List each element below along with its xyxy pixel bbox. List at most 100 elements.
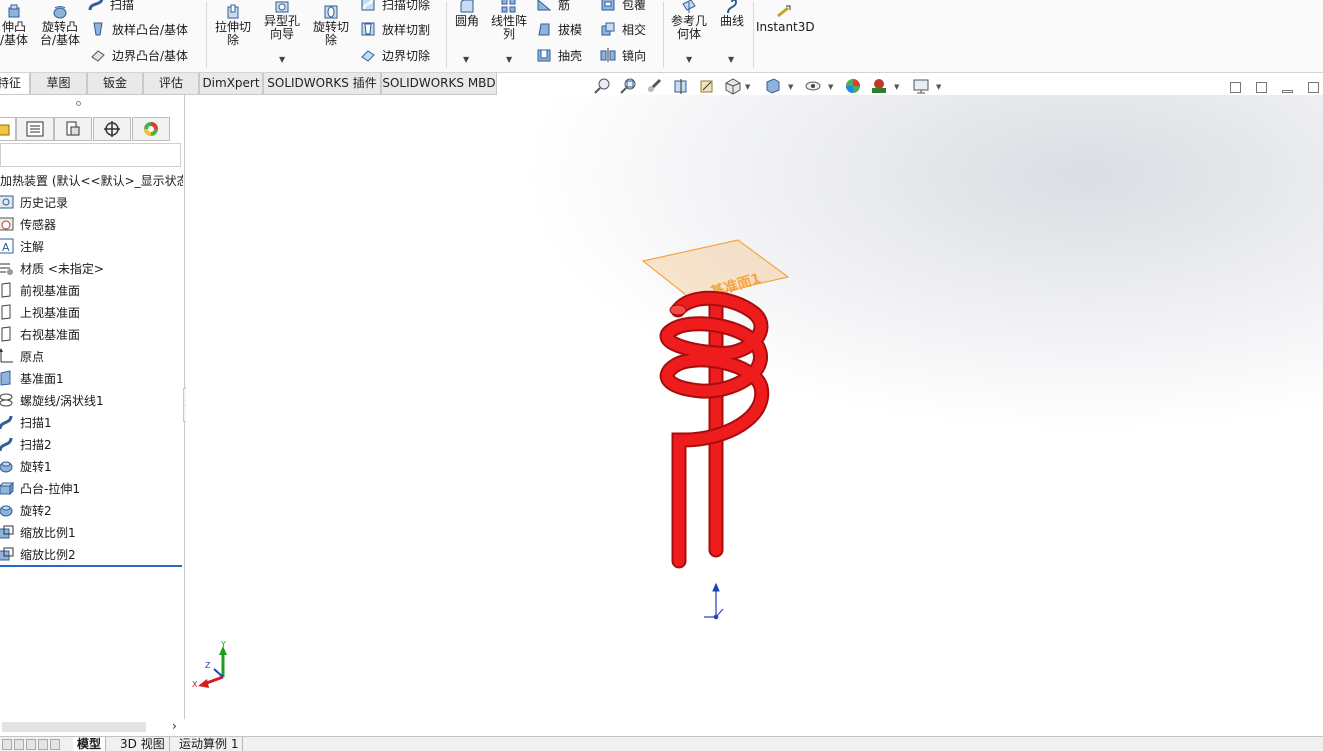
tab-feature-manager[interactable] [0,117,16,141]
tree-item[interactable]: 缩放比例2 [0,545,76,567]
tab-solidworks-mbd[interactable]: SOLIDWORKS MBD [381,73,497,95]
tab-motion-study-1[interactable]: 运动算例 1 [175,737,244,751]
swept-boss-button[interactable]: 扫描 [88,0,134,15]
tab-sketch[interactable]: 草图 [30,73,87,95]
tree-item[interactable]: 扫描2 [0,435,52,457]
tab-sheet-metal[interactable]: 钣金 [87,73,143,95]
tree-item[interactable]: 基准面1 [0,369,64,391]
maximize-icon[interactable] [1308,82,1319,93]
tab-property-manager[interactable] [16,117,54,141]
edit-appearance-icon[interactable] [844,77,862,95]
mirror-button[interactable]: 镜向 [600,46,646,66]
tree-item[interactable]: 材质 <未指定> [0,259,104,281]
tree-item[interactable]: 原点 [0,347,44,369]
rib-button[interactable]: 筋 [536,0,570,15]
extruded-boss-label: 伸凸 /基体 [0,20,29,47]
tab-dimxpert[interactable]: DimXpert [199,73,263,95]
nav-end-icon[interactable] [50,739,60,750]
view-orientation-icon[interactable] [724,77,742,95]
tree-item[interactable]: 上视基准面 [0,303,80,325]
tree-item[interactable]: 传感器 [0,215,56,237]
linear-pattern-icon [501,0,516,13]
zoom-to-fit-icon[interactable] [594,77,612,95]
instant3d-button[interactable]: Instant3D [756,4,815,34]
tree-item[interactable]: 旋转1 [0,457,52,479]
linear-pattern-dropdown[interactable]: ▼ [506,55,512,64]
tree-filter-input[interactable] [0,143,181,167]
scrollbar-thumb[interactable] [2,722,146,732]
apply-scene-icon[interactable] [870,77,888,95]
revolved-cut-button[interactable]: 旋转切 除 [308,4,354,47]
tab-3d-views[interactable]: 3D 视图 [116,737,170,751]
extruded-boss-button[interactable]: 伸凸 /基体 [0,4,34,47]
wrap-button[interactable]: 包覆 [600,0,646,15]
nav-last-icon[interactable] [38,739,48,750]
restore-left-icon[interactable] [1230,82,1241,93]
tree-item[interactable]: 扫描1 [0,413,52,435]
tree-root-assembly[interactable]: 加热装置 (默认<<默认>_显示状态 [0,172,183,189]
hole-wizard-dropdown[interactable]: ▼ [279,55,285,64]
graphics-area[interactable]: 基准面1 Y X Z [186,95,1323,736]
tab-configuration-manager[interactable] [54,117,92,141]
property-manager-icon [26,121,44,137]
tab-display-manager[interactable] [132,117,170,141]
scroll-right-icon[interactable]: › [172,719,177,733]
previous-view-icon[interactable] [646,77,664,95]
revolved-boss-button[interactable]: 旋转凸 台/基体 [36,4,84,47]
dynamic-annotation-icon[interactable] [698,77,716,95]
view-settings-icon[interactable] [912,77,930,95]
apply-scene-dropdown[interactable]: ▼ [894,83,899,91]
display-style-icon[interactable] [764,77,782,95]
hide-show-items-icon[interactable] [804,77,822,95]
swept-cut-button[interactable]: 扫描切除 [360,0,430,15]
tree-item-label: 缩放比例2 [20,548,76,562]
tab-solidworks-addins[interactable]: SOLIDWORKS 插件 [263,73,381,95]
panel-grip[interactable] [76,101,81,106]
lofted-cut-button[interactable]: 放样切割 [360,20,430,40]
boundary-boss-button[interactable]: 边界凸台/基体 [90,46,188,66]
tree-horizontal-scrollbar[interactable]: › [0,719,185,736]
heating-coil-model[interactable] [659,290,770,569]
tree-item[interactable]: 凸台-拉伸1 [0,479,80,501]
view-settings-dropdown[interactable]: ▼ [936,83,941,91]
view-orientation-dropdown[interactable]: ▼ [745,83,750,91]
tree-item[interactable]: 历史记录 [0,193,68,215]
revolved-cut-label: 旋转切 除 [312,20,349,47]
tab-dimxpert-manager[interactable] [93,117,131,141]
mirror-label: 镜向 [622,49,647,63]
hide-show-items-dropdown[interactable]: ▼ [828,83,833,91]
tree-item[interactable]: 旋转2 [0,501,52,523]
lofted-cut-label: 放样切割 [382,23,431,37]
fillet-dropdown[interactable]: ▼ [463,55,469,64]
tree-item[interactable]: 缩放比例1 [0,523,76,545]
lofted-boss-button[interactable]: 放样凸台/基体 [90,20,188,40]
tab-features[interactable]: 特征 [0,73,30,95]
curves-button[interactable]: 曲线 [714,0,750,28]
extruded-cut-button[interactable]: 拉伸切 除 [210,4,256,47]
linear-pattern-button[interactable]: 线性阵 列 [486,0,532,41]
section-view-icon[interactable] [672,77,690,95]
nav-next-icon[interactable] [26,739,36,750]
tree-item[interactable]: A 注解 [0,237,44,259]
draft-button[interactable]: 拔模 [536,20,582,40]
tree-item[interactable]: 前视基准面 [0,281,80,303]
nav-first-icon[interactable] [2,739,12,750]
tree-item[interactable]: 右视基准面 [0,325,80,347]
fillet-button[interactable]: 圆角 [450,0,484,28]
shell-button[interactable]: 抽壳 [536,46,582,66]
boundary-cut-button[interactable]: 边界切除 [360,46,430,66]
intersect-button[interactable]: 相交 [600,20,646,40]
minimize-icon[interactable] [1282,90,1293,93]
nav-prev-icon[interactable] [14,739,24,750]
display-style-dropdown[interactable]: ▼ [788,83,793,91]
tab-model[interactable]: 模型 [73,737,107,751]
reference-geometry-button[interactable]: 参考几 何体 [666,0,712,41]
hole-wizard-button[interactable]: 异型孔 向导 [258,0,306,41]
curves-dropdown[interactable]: ▼ [728,55,734,64]
tab-evaluate[interactable]: 评估 [143,73,199,95]
reference-geometry-dropdown[interactable]: ▼ [686,55,692,64]
rollback-bar[interactable] [0,565,182,567]
tree-item[interactable]: 螺旋线/涡状线1 [0,391,104,413]
restore-right-icon[interactable] [1256,82,1267,93]
zoom-to-area-icon[interactable] [620,77,638,95]
